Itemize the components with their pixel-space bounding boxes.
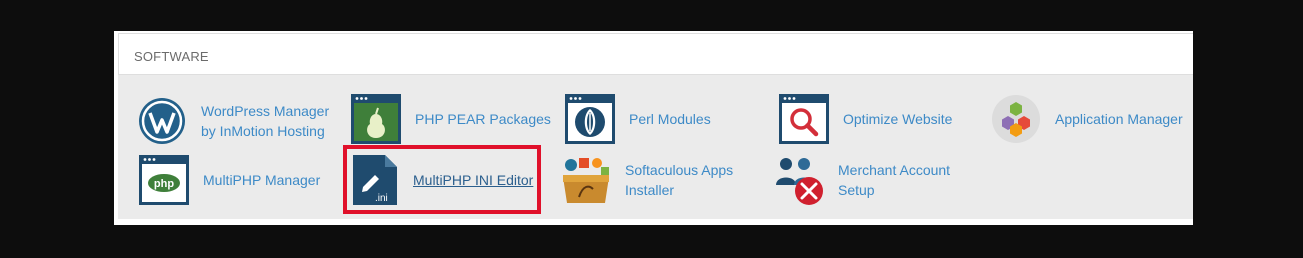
softaculous-box-icon (561, 155, 611, 205)
wordpress-icon (137, 96, 187, 146)
wordpress-manager-link[interactable]: WordPress Manager by InMotion Hosting (137, 96, 329, 146)
merchant-account-setup-label: Merchant Account Setup (838, 162, 951, 198)
svg-text:php: php (154, 178, 174, 190)
application-manager-label: Application Manager (1055, 111, 1183, 127)
perl-onion-icon (565, 94, 615, 144)
optimize-website-link[interactable]: Optimize Website (779, 94, 952, 144)
application-manager-link[interactable]: Application Manager (991, 94, 1183, 144)
perl-modules-label: Perl Modules (629, 111, 711, 127)
php-pear-packages-label: PHP PEAR Packages (415, 111, 551, 127)
php-icon: php (139, 155, 189, 205)
merchant-account-setup-link[interactable]: Merchant Account Setup (774, 155, 950, 205)
merchant-users-tools-icon (774, 155, 824, 205)
wordpress-manager-label: WordPress Manager by InMotion Hosting (201, 103, 330, 139)
section-title: SOFTWARE (134, 49, 209, 64)
highlight-box (343, 145, 541, 214)
pear-icon (351, 94, 401, 144)
perl-modules-link[interactable]: Perl Modules (565, 94, 711, 144)
softaculous-apps-installer-label: Softaculous Apps Installer (625, 162, 734, 198)
php-pear-packages-link[interactable]: PHP PEAR Packages (351, 94, 551, 144)
panel-header: SOFTWARE (118, 33, 1193, 75)
cubes-icon (991, 94, 1041, 144)
multiphp-manager-link[interactable]: php MultiPHP Manager (139, 155, 320, 205)
optimize-website-label: Optimize Website (843, 111, 953, 127)
magnifier-icon (779, 94, 829, 144)
multiphp-manager-label: MultiPHP Manager (203, 172, 321, 188)
softaculous-apps-installer-link[interactable]: Softaculous Apps Installer (561, 155, 733, 205)
